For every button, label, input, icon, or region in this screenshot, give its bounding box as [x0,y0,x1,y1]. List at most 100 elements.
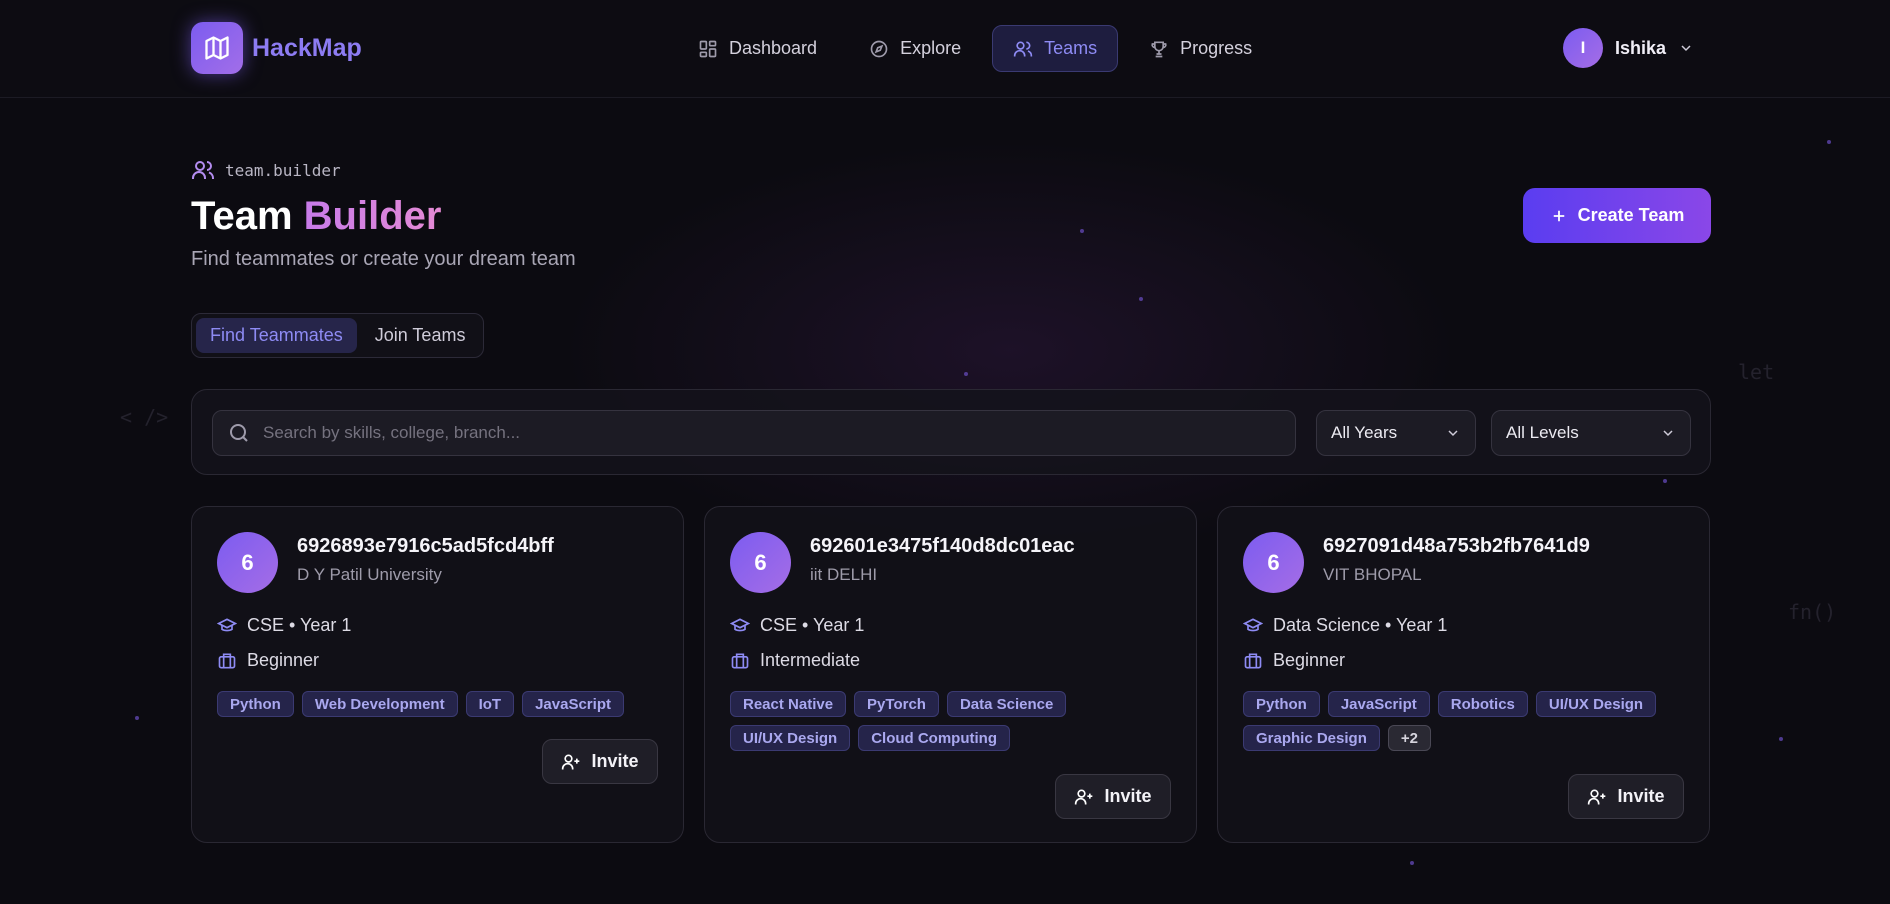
invite-label: Invite [1104,786,1152,806]
decor-code-left: < /> [120,405,169,429]
decor-dot [1779,737,1783,741]
skill-tag: IoT [465,691,515,717]
chevron-down-icon [1681,45,1691,52]
map-icon [205,36,229,60]
nav-explore-label: Explore [900,38,962,58]
card-branch-year: CSE • Year 1 [247,615,352,635]
invite-button[interactable]: Invite [1568,774,1684,819]
grid-icon [699,40,717,57]
skill-tag: React Native [730,691,847,717]
logo[interactable] [191,22,243,74]
compass-icon [870,40,888,57]
card-avatar: 6 [217,532,278,593]
card-branch-row: CSE • Year 1 [217,615,351,636]
decor-dot [1663,479,1667,483]
card-college: iit DELHI [810,565,878,584]
skill-tag: Robotics [1437,691,1528,717]
decor-dot [135,716,139,720]
trophy-icon [1151,41,1167,57]
invite-button[interactable]: Invite [542,739,658,784]
invite-label: Invite [591,751,639,771]
teammate-card: 6 692601e3475f140d8dc01eac iit DELHI CSE… [704,506,1197,843]
card-level-row: Beginner [1243,650,1345,671]
user-plus-icon [1075,789,1093,804]
decor-dot [1139,297,1143,301]
chevron-down-icon [1448,430,1458,437]
card-level-row: Intermediate [730,650,860,671]
levels-select-value: All Levels [1506,423,1579,442]
card-branch-year: CSE • Year 1 [760,615,865,635]
tab-join-teams[interactable]: Join Teams [361,318,480,353]
user-menu[interactable]: I Ishika [1563,28,1694,68]
nav-explore[interactable]: Explore [848,25,982,72]
background-glow [560,140,1460,560]
card-avatar: 6 [730,532,791,593]
graduation-cap-icon [730,617,750,631]
card-level: Beginner [247,650,320,670]
briefcase-icon [731,653,749,668]
graduation-cap-icon [1243,617,1263,631]
user-plus-icon [562,754,580,769]
main-nav: Dashboard Explore Teams Progress [677,25,1273,72]
skill-tag: Python [217,691,294,717]
user-avatar: I [1563,28,1603,68]
page-title-accent: Builder [303,194,442,238]
search-input[interactable] [263,423,1295,443]
breadcrumb-text: team.builder [225,160,341,180]
skill-tag: Python [1243,691,1320,717]
teammate-card: 6 6926893e7916c5ad5fcd4bff D Y Patil Uni… [191,506,684,843]
invite-label: Invite [1617,786,1665,806]
graduation-cap-icon [217,617,237,631]
years-select[interactable]: All Years [1316,410,1476,456]
create-team-label: Create Team [1577,205,1685,225]
page-subtitle: Find teammates or create your dream team [191,248,576,270]
skill-tag: PyTorch [854,691,939,717]
search-box[interactable] [212,410,1296,456]
tab-find-teammates[interactable]: Find Teammates [196,318,357,353]
top-navbar: HackMap Dashboard Explore Teams Progress… [0,0,1890,98]
users-icon [192,161,214,179]
plus-icon [1553,210,1564,221]
breadcrumb: team.builder [191,158,341,182]
teammate-card: 6 6927091d48a753b2fb7641d9 VIT BHOPAL Da… [1217,506,1710,843]
more-skills-badge[interactable]: +2 [1387,725,1431,751]
card-user-id: 6927091d48a753b2fb7641d9 [1323,535,1590,557]
create-team-button[interactable]: Create Team [1523,188,1711,243]
skill-tags: React Native PyTorch Data Science UI/UX … [730,691,1180,751]
years-select-value: All Years [1331,423,1398,442]
page-title: Team Builder [191,194,441,239]
levels-select[interactable]: All Levels [1491,410,1691,456]
skill-tag: JavaScript [1327,691,1430,717]
card-level-row: Beginner [217,650,319,671]
decor-dot [964,372,968,376]
briefcase-icon [218,653,236,668]
nav-progress[interactable]: Progress [1128,25,1273,72]
decor-dot [1827,140,1831,144]
nav-dashboard-label: Dashboard [729,38,818,58]
skill-tag: Cloud Computing [858,725,1010,751]
card-branch-year: Data Science • Year 1 [1273,615,1448,635]
nav-progress-label: Progress [1180,38,1253,58]
user-name: Ishika [1615,37,1667,58]
invite-button[interactable]: Invite [1055,774,1171,819]
search-icon [230,424,248,442]
skill-tag: UI/UX Design [1535,691,1657,717]
skill-tag: Data Science [946,691,1067,717]
card-college: D Y Patil University [297,565,442,584]
user-plus-icon [1588,789,1606,804]
card-branch-row: Data Science • Year 1 [1243,615,1447,636]
skill-tag: Web Development [301,691,458,717]
nav-teams[interactable]: Teams [992,25,1119,72]
chevron-down-icon [1663,430,1673,437]
skill-tag: UI/UX Design [730,725,851,751]
skill-tag: JavaScript [522,691,624,717]
card-level: Beginner [1273,650,1346,670]
skill-tags: Python Web Development IoT JavaScript [217,691,667,717]
app-name[interactable]: HackMap [252,34,362,63]
nav-dashboard[interactable]: Dashboard [677,25,838,72]
card-avatar: 6 [1243,532,1304,593]
briefcase-icon [1244,653,1262,668]
card-college: VIT BHOPAL [1323,565,1422,584]
filter-panel: All Years All Levels [191,389,1711,475]
decor-dot [1410,861,1414,865]
